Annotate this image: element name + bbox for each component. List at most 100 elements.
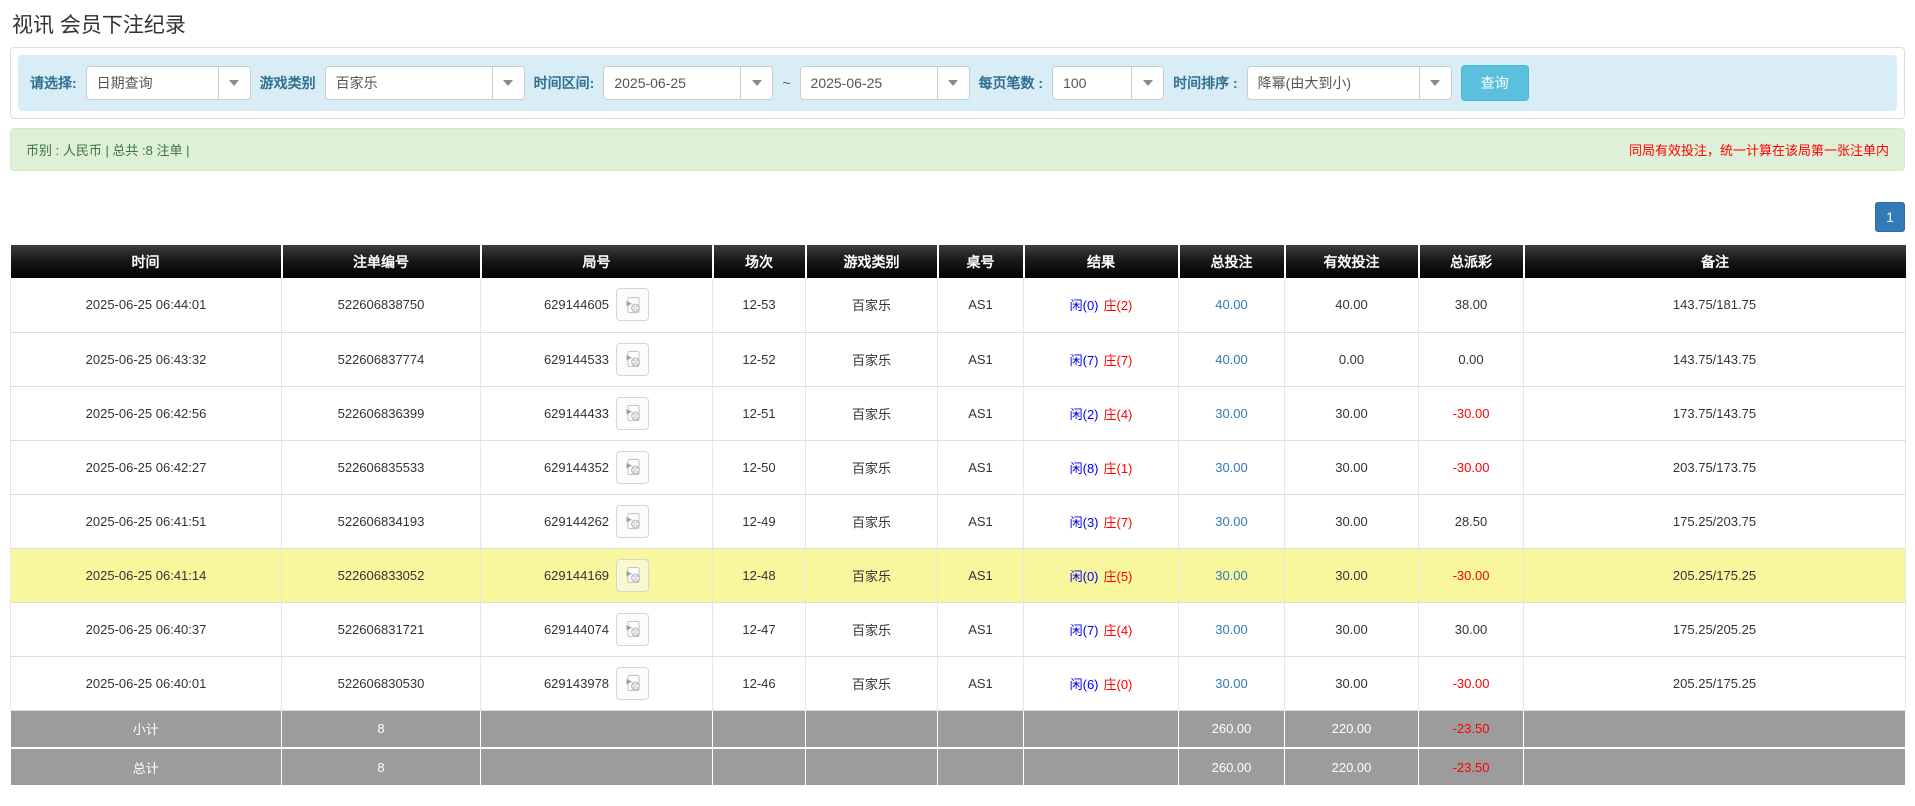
col-header-payout: 总派彩 (1419, 245, 1524, 278)
cell-time: 2025-06-25 06:43:32 (11, 332, 282, 386)
search-button[interactable]: 查询 (1461, 65, 1529, 101)
game-type-select[interactable]: 百家乐 (325, 66, 525, 100)
video-replay-button[interactable] (616, 505, 649, 538)
page-size-select[interactable]: 100 (1052, 66, 1164, 100)
date-to-select[interactable]: 2025-06-25 (800, 66, 970, 100)
game-type-label: 游戏类别 (260, 73, 316, 93)
summary-valid-bet: 220.00 (1285, 710, 1419, 748)
date-from-select[interactable]: 2025-06-25 (603, 66, 773, 100)
cell-remark: 175.25/205.25 (1524, 602, 1906, 656)
cell-game-type: 百家乐 (806, 440, 938, 494)
cell-session: 12-46 (713, 656, 806, 710)
video-replay-button[interactable] (616, 397, 649, 430)
query-type-label: 请选择: (30, 73, 77, 93)
chevron-down-icon (740, 67, 772, 99)
cell-payout: 0.00 (1419, 332, 1524, 386)
cell-session: 12-48 (713, 548, 806, 602)
video-replay-button[interactable] (616, 667, 649, 700)
summary-label: 总计 (11, 748, 282, 786)
cell-game-type: 百家乐 (806, 278, 938, 332)
cell-remark: 205.25/175.25 (1524, 548, 1906, 602)
video-replay-button[interactable] (616, 451, 649, 484)
cell-remark: 143.75/181.75 (1524, 278, 1906, 332)
table-row: 2025-06-25 06:42:27 522606835533 6291443… (11, 440, 1906, 494)
cell-bet-id: 522606837774 (282, 332, 481, 386)
summary-payout: -23.50 (1419, 710, 1524, 748)
table-row: 2025-06-25 06:42:56 522606836399 6291444… (11, 386, 1906, 440)
sort-order-select[interactable]: 降幂(由大到小) (1247, 66, 1452, 100)
game-type-value: 百家乐 (326, 67, 492, 99)
page-size-label: 每页笔数 : (979, 73, 1044, 93)
cell-bet-id: 522606830530 (282, 656, 481, 710)
result-banker: 庄(7) (1104, 515, 1133, 530)
total-bet-link[interactable]: 30.00 (1215, 568, 1248, 583)
cell-result: 闲(7) 庄(4) (1024, 602, 1179, 656)
cell-total-bet: 30.00 (1179, 656, 1285, 710)
total-bet-link[interactable]: 30.00 (1215, 514, 1248, 529)
cell-time: 2025-06-25 06:42:27 (11, 440, 282, 494)
cell-game-type: 百家乐 (806, 656, 938, 710)
query-type-select[interactable]: 日期查询 (86, 66, 251, 100)
cell-round-id: 629144433 (481, 386, 713, 440)
cell-game-type: 百家乐 (806, 602, 938, 656)
total-bet-link[interactable]: 30.00 (1215, 676, 1248, 691)
cell-round-id: 629143978 (481, 656, 713, 710)
cell-result: 闲(3) 庄(7) (1024, 494, 1179, 548)
cell-total-bet: 30.00 (1179, 494, 1285, 548)
cell-payout: 30.00 (1419, 602, 1524, 656)
result-player: 闲(8) (1070, 461, 1099, 476)
round-id-text: 629144074 (544, 622, 609, 637)
cell-game-type: 百家乐 (806, 494, 938, 548)
round-id-text: 629144169 (544, 568, 609, 583)
currency-total-text: 币别 : 人民币 | 总共 :8 注单 | (26, 140, 190, 159)
cell-round-id: 629144169 (481, 548, 713, 602)
table-header: 时间 注单编号 局号 场次 游戏类别 桌号 结果 总投注 有效投注 总派彩 备注 (11, 245, 1906, 278)
summary-label: 小计 (11, 710, 282, 748)
total-bet-link[interactable]: 40.00 (1215, 297, 1248, 312)
table-row: 2025-06-25 06:40:01 522606830530 6291439… (11, 656, 1906, 710)
result-banker: 庄(4) (1104, 623, 1133, 638)
summary-total-bet: 260.00 (1179, 710, 1285, 748)
page-size-value: 100 (1053, 67, 1131, 99)
film-icon (623, 403, 643, 423)
chevron-down-icon (1131, 67, 1163, 99)
round-id-text: 629144533 (544, 352, 609, 367)
total-bet-link[interactable]: 30.00 (1215, 460, 1248, 475)
cell-remark: 173.75/143.75 (1524, 386, 1906, 440)
video-replay-button[interactable] (616, 343, 649, 376)
total-bet-link[interactable]: 30.00 (1215, 406, 1248, 421)
cell-table-no: AS1 (938, 548, 1024, 602)
col-header-time: 时间 (11, 245, 282, 278)
filter-bar: 请选择: 日期查询 游戏类别 百家乐 时间区间: 2025-06-25 ~ 20… (18, 55, 1897, 111)
total-bet-link[interactable]: 30.00 (1215, 622, 1248, 637)
result-player: 闲(3) (1070, 515, 1099, 530)
note-text: 同局有效投注，统一计算在该局第一张注单内 (1629, 140, 1889, 159)
cell-total-bet: 30.00 (1179, 440, 1285, 494)
result-player: 闲(0) (1070, 569, 1099, 584)
cell-bet-id: 522606838750 (282, 278, 481, 332)
cell-round-id: 629144352 (481, 440, 713, 494)
cell-table-no: AS1 (938, 332, 1024, 386)
subtotal-row: 小计 8 260.00 220.00 -23.50 (11, 710, 1906, 748)
result-player: 闲(7) (1070, 623, 1099, 638)
cell-session: 12-47 (713, 602, 806, 656)
col-header-game-type: 游戏类别 (806, 245, 938, 278)
page-button-1[interactable]: 1 (1875, 202, 1905, 232)
date-to-value: 2025-06-25 (801, 67, 937, 99)
cell-bet-id: 522606835533 (282, 440, 481, 494)
film-icon (623, 565, 643, 585)
film-icon (623, 295, 643, 315)
video-replay-button[interactable] (616, 288, 649, 321)
page-title: 视讯 会员下注纪录 (12, 9, 1915, 39)
cell-game-type: 百家乐 (806, 386, 938, 440)
cell-total-bet: 40.00 (1179, 278, 1285, 332)
total-bet-link[interactable]: 40.00 (1215, 352, 1248, 367)
video-replay-button[interactable] (616, 559, 649, 592)
cell-total-bet: 30.00 (1179, 386, 1285, 440)
film-icon (623, 673, 643, 693)
video-replay-button[interactable] (616, 613, 649, 646)
cell-round-id: 629144262 (481, 494, 713, 548)
result-banker: 庄(4) (1104, 407, 1133, 422)
col-header-result: 结果 (1024, 245, 1179, 278)
table-row: 2025-06-25 06:41:14 522606833052 6291441… (11, 548, 1906, 602)
